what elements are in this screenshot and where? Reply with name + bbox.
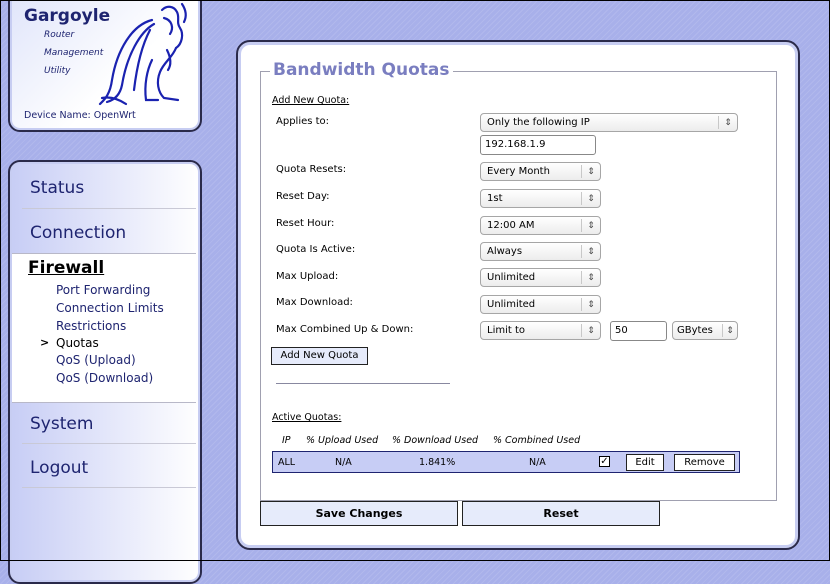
add-quota-heading: Add New Quota: — [272, 95, 350, 106]
reset-day-select[interactable]: 1st ⇕ — [480, 189, 601, 208]
cell-download: 1.841% — [419, 457, 456, 468]
quota-enabled-checkbox[interactable]: ✓ — [599, 456, 610, 467]
reset-hour-label: Reset Hour: — [276, 218, 335, 229]
select-arrow-icon: ⇕ — [581, 271, 600, 284]
max-upload-label: Max Upload: — [276, 271, 339, 282]
nav-item-connection[interactable]: Connection — [30, 223, 126, 243]
tagline-line-1: Router — [44, 30, 75, 40]
main-panel: Bandwidth Quotas Add New Quota: Applies … — [236, 40, 800, 550]
nav-sub-qos-download[interactable]: QoS (Download) — [56, 371, 153, 385]
max-combined-value: Limit to — [487, 325, 526, 336]
max-upload-select[interactable]: Unlimited ⇕ — [480, 268, 601, 287]
nav-divider — [22, 208, 196, 209]
cell-ip: ALL — [278, 457, 296, 468]
device-name: Device Name: OpenWrt — [24, 110, 136, 121]
table-row: ALL N/A 1.841% N/A ✓ Edit Remove — [272, 451, 740, 473]
active-marker-icon: > — [40, 336, 50, 349]
select-arrow-icon: ⇕ — [581, 192, 600, 205]
col-header-download: % Download Used — [392, 435, 479, 446]
nav-divider — [22, 487, 196, 488]
active-quotas-heading: Active Quotas: — [272, 412, 342, 423]
applies-to-label: Applies to: — [276, 116, 330, 127]
select-arrow-icon: ⇕ — [581, 298, 600, 311]
nav-item-firewall[interactable]: Firewall — [28, 258, 104, 278]
reset-button[interactable]: Reset — [462, 501, 660, 526]
tagline-line-3: Utility — [44, 66, 71, 76]
nav-sub-qos-upload[interactable]: QoS (Upload) — [56, 353, 136, 367]
nav-divider — [22, 443, 196, 444]
combined-amount-input[interactable]: 50 — [610, 321, 667, 341]
quota-resets-label: Quota Resets: — [276, 164, 347, 175]
nav-sub-port-forwarding[interactable]: Port Forwarding — [56, 283, 150, 297]
edit-button[interactable]: Edit — [626, 454, 664, 471]
nav-item-logout[interactable]: Logout — [30, 458, 88, 478]
quota-active-select[interactable]: Always ⇕ — [480, 242, 601, 261]
select-arrow-icon: ⇕ — [581, 245, 600, 258]
reset-day-label: Reset Day: — [276, 191, 330, 202]
check-icon: ✓ — [600, 456, 609, 467]
nav-item-status[interactable]: Status — [30, 178, 84, 198]
applies-to-select[interactable]: Only the following IP ⇕ — [480, 113, 738, 132]
select-arrow-icon: ⇕ — [581, 324, 600, 337]
remove-button[interactable]: Remove — [674, 454, 735, 471]
quota-resets-value: Every Month — [487, 166, 550, 177]
max-download-select[interactable]: Unlimited ⇕ — [480, 295, 601, 314]
max-download-label: Max Download: — [276, 297, 353, 308]
reset-hour-value: 12:00 AM — [487, 220, 535, 231]
cell-combined: N/A — [529, 457, 546, 468]
reset-day-value: 1st — [487, 193, 503, 204]
max-upload-value: Unlimited — [487, 272, 536, 283]
gargoyle-logo-icon — [98, 2, 187, 106]
max-download-value: Unlimited — [487, 299, 536, 310]
nav-sub-connection-limits[interactable]: Connection Limits — [56, 301, 164, 315]
select-arrow-icon: ⇕ — [718, 116, 737, 129]
applies-to-value: Only the following IP — [487, 117, 590, 128]
select-arrow-icon: ⇕ — [581, 165, 600, 178]
nav-item-system[interactable]: System — [30, 414, 93, 434]
combined-unit-value: GBytes — [677, 325, 713, 336]
quota-active-label: Quota Is Active: — [276, 244, 356, 255]
cell-upload: N/A — [335, 457, 352, 468]
select-arrow-icon: ⇕ — [581, 219, 600, 232]
col-header-upload: % Upload Used — [306, 435, 379, 446]
quota-resets-select[interactable]: Every Month ⇕ — [480, 162, 601, 181]
max-combined-label: Max Combined Up & Down: — [276, 324, 414, 335]
select-arrow-icon: ⇕ — [722, 324, 737, 337]
col-header-combined: % Combined Used — [493, 435, 581, 446]
nav-sub-quotas[interactable]: Quotas — [56, 336, 99, 350]
nav-sub-restrictions[interactable]: Restrictions — [56, 319, 126, 333]
section-divider — [276, 383, 450, 384]
reset-hour-select[interactable]: 12:00 AM ⇕ — [480, 216, 601, 235]
col-header-ip: IP — [282, 435, 291, 446]
save-changes-button[interactable]: Save Changes — [260, 501, 458, 526]
combined-unit-select[interactable]: GBytes ⇕ — [672, 321, 738, 340]
max-combined-select[interactable]: Limit to ⇕ — [480, 321, 601, 340]
ip-address-input[interactable]: 192.168.1.9 — [480, 135, 596, 155]
quota-active-value: Always — [487, 246, 523, 257]
header-panel: Gargoyle Router Management Utility Devic… — [8, 0, 202, 132]
sidebar-nav: Status Connection Firewall Port Forwardi… — [8, 160, 202, 584]
page-title: Bandwidth Quotas — [270, 60, 453, 80]
add-new-quota-button[interactable]: Add New Quota — [271, 347, 368, 365]
